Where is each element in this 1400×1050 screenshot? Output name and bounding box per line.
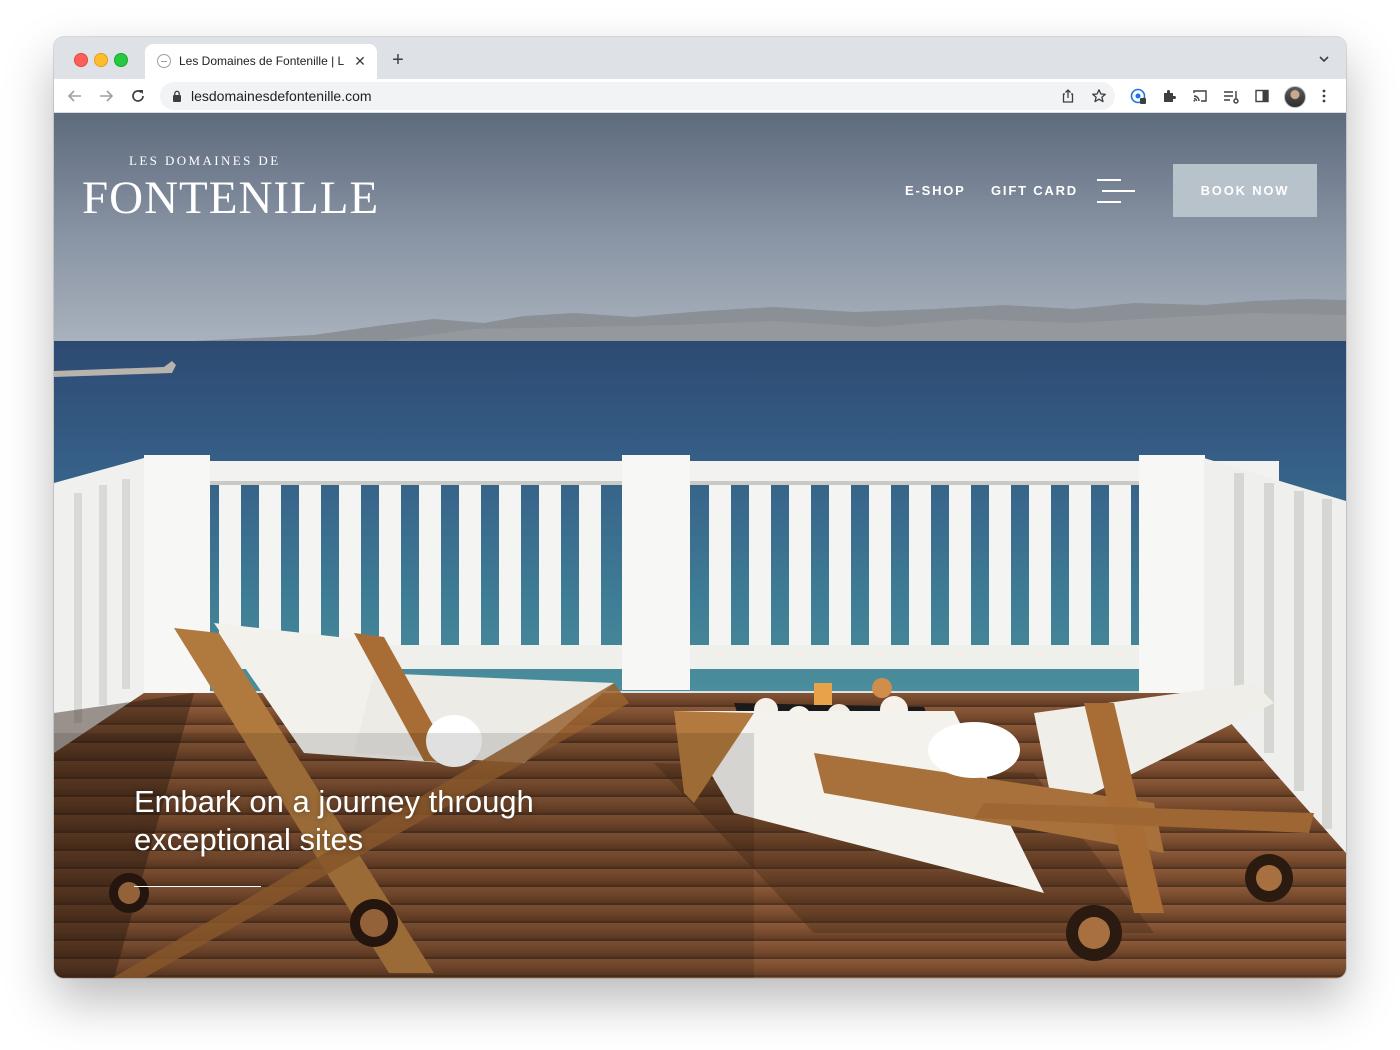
- url-text[interactable]: lesdomainesdefontenille.com: [191, 88, 372, 104]
- hero-headline-line-1: Embark on a journey through: [134, 784, 534, 819]
- lock-icon[interactable]: [172, 90, 182, 102]
- logo-tagline[interactable]: LES DOMAINES DE: [129, 153, 281, 169]
- reading-list-icon[interactable]: [1223, 88, 1239, 104]
- side-panel-icon[interactable]: [1254, 88, 1270, 104]
- nav-gift-card-link[interactable]: GIFT CARD: [991, 183, 1078, 198]
- active-tab[interactable]: Les Domaines de Fontenille | Lu ✕: [145, 44, 377, 79]
- address-bar[interactable]: lesdomainesdefontenille.com: [160, 82, 1115, 110]
- logo-wordmark[interactable]: FONTENILLE: [82, 171, 379, 225]
- tab-search-icon[interactable]: [1316, 51, 1332, 67]
- book-now-button[interactable]: BOOK NOW: [1173, 164, 1317, 217]
- menu-line-bottom: [1097, 201, 1121, 203]
- star-icon[interactable]: [1091, 88, 1107, 104]
- puzzle-icon[interactable]: [1161, 88, 1177, 104]
- forward-arrow-icon[interactable]: [96, 86, 116, 106]
- tab-title: Les Domaines de Fontenille | Lu: [179, 54, 344, 68]
- more-vert-icon[interactable]: [1316, 88, 1332, 104]
- headline-underline: [134, 886, 261, 887]
- cast-icon[interactable]: [1192, 88, 1208, 104]
- reload-icon[interactable]: [128, 86, 148, 106]
- tab-close-icon[interactable]: ✕: [351, 52, 369, 70]
- extension-icon[interactable]: [1130, 88, 1146, 104]
- maximize-window-button[interactable]: [114, 53, 128, 67]
- menu-icon[interactable]: [1097, 178, 1135, 204]
- browser-window: Les Domaines de Fontenille | Lu ✕ + lesd…: [54, 37, 1346, 978]
- share-icon[interactable]: [1060, 88, 1076, 104]
- menu-line-middle: [1102, 190, 1135, 192]
- tab-strip: Les Domaines de Fontenille | Lu ✕ +: [54, 37, 1346, 79]
- page-viewport: LES DOMAINES DE FONTENILLE E-SHOP GIFT C…: [54, 113, 1346, 978]
- nav-eshop-link[interactable]: E-SHOP: [905, 183, 966, 198]
- new-tab-button[interactable]: +: [387, 50, 409, 72]
- favicon-icon: [157, 54, 171, 68]
- browser-toolbar: lesdomainesdefontenille.com: [54, 79, 1346, 113]
- back-arrow-icon[interactable]: [65, 86, 85, 106]
- menu-line-top: [1097, 179, 1121, 181]
- close-window-button[interactable]: [74, 53, 88, 67]
- hero-headline: Embark on a journey through exceptional …: [134, 783, 654, 859]
- minimize-window-button[interactable]: [94, 53, 108, 67]
- profile-avatar[interactable]: [1284, 86, 1306, 108]
- hero-headline-line-2: exceptional sites: [134, 822, 364, 857]
